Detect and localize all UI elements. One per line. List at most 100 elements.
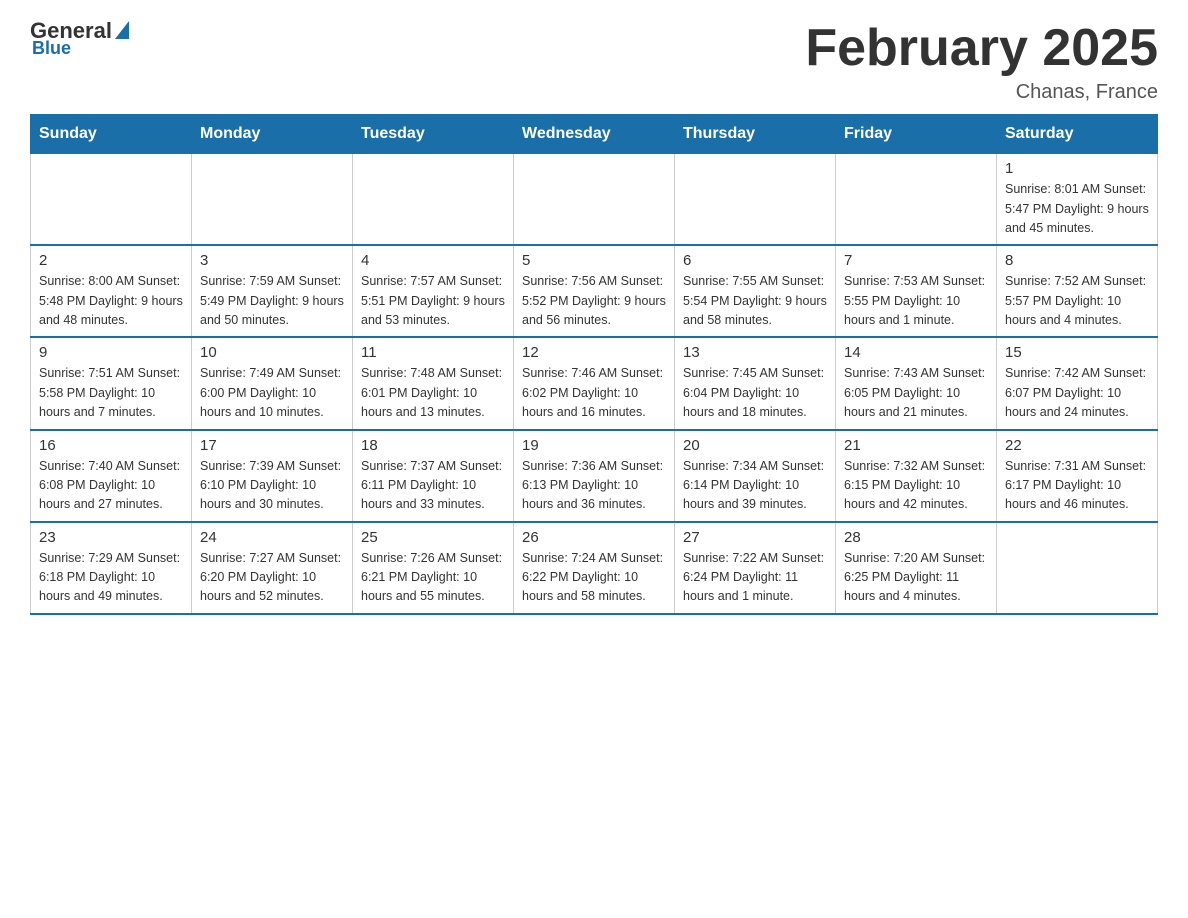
calendar-cell: 4 Sunrise: 7:57 AM Sunset: 5:51 PM Daylig…: [353, 245, 514, 337]
day-info: Sunrise: 7:37 AM Sunset: 6:11 PM Dayligh…: [361, 457, 505, 515]
logo: General Blue: [30, 20, 129, 59]
day-info: Sunrise: 7:59 AM Sunset: 5:49 PM Dayligh…: [200, 272, 344, 330]
day-info: Sunrise: 7:39 AM Sunset: 6:10 PM Dayligh…: [200, 457, 344, 515]
calendar-cell: 7 Sunrise: 7:53 AM Sunset: 5:55 PM Daylig…: [836, 245, 997, 337]
calendar-cell: 5 Sunrise: 7:56 AM Sunset: 5:52 PM Daylig…: [514, 245, 675, 337]
day-info: Sunrise: 7:43 AM Sunset: 6:05 PM Dayligh…: [844, 364, 988, 422]
calendar-cell: 16Sunrise: 7:40 AM Sunset: 6:08 PM Dayli…: [31, 430, 192, 522]
calendar-cell: 8 Sunrise: 7:52 AM Sunset: 5:57 PM Daylig…: [997, 245, 1158, 337]
calendar-cell: 26 Sunrise: 7:24 AM Sunset: 6:22 PM Dayli…: [514, 522, 675, 614]
day-number: 2: [39, 252, 183, 269]
day-number: 19: [522, 437, 666, 454]
calendar-cell: 28 Sunrise: 7:20 AM Sunset: 6:25 PM Dayli…: [836, 522, 997, 614]
day-info: Sunrise: 7:52 AM Sunset: 5:57 PM Dayligh…: [1005, 272, 1149, 330]
calendar-week-row: 23 Sunrise: 7:29 AM Sunset: 6:18 PM Dayli…: [31, 522, 1158, 614]
day-number: 22: [1005, 437, 1149, 454]
day-number: 7: [844, 252, 988, 269]
calendar-cell: [514, 154, 675, 246]
day-info: Sunrise: 7:51 AM Sunset: 5:58 PM Dayligh…: [39, 364, 183, 422]
calendar-week-row: 1 Sunrise: 8:01 AM Sunset: 5:47 PM Daylig…: [31, 154, 1158, 246]
calendar-header-tuesday: Tuesday: [353, 115, 514, 154]
calendar-header-saturday: Saturday: [997, 115, 1158, 154]
day-info: Sunrise: 7:42 AM Sunset: 6:07 PM Dayligh…: [1005, 364, 1149, 422]
location-label: Chanas, France: [805, 81, 1158, 104]
day-info: Sunrise: 7:26 AM Sunset: 6:21 PM Dayligh…: [361, 549, 505, 607]
day-info: Sunrise: 7:22 AM Sunset: 6:24 PM Dayligh…: [683, 549, 827, 607]
calendar-cell: 20 Sunrise: 7:34 AM Sunset: 6:14 PM Dayli…: [675, 430, 836, 522]
day-number: 1: [1005, 160, 1149, 177]
day-info: Sunrise: 7:32 AM Sunset: 6:15 PM Dayligh…: [844, 457, 988, 515]
day-number: 15: [1005, 344, 1149, 361]
calendar-cell: 21 Sunrise: 7:32 AM Sunset: 6:15 PM Dayli…: [836, 430, 997, 522]
day-number: 8: [1005, 252, 1149, 269]
day-number: 27: [683, 529, 827, 546]
day-info: Sunrise: 7:57 AM Sunset: 5:51 PM Dayligh…: [361, 272, 505, 330]
day-info: Sunrise: 7:36 AM Sunset: 6:13 PM Dayligh…: [522, 457, 666, 515]
day-info: Sunrise: 7:56 AM Sunset: 5:52 PM Dayligh…: [522, 272, 666, 330]
calendar-cell: [997, 522, 1158, 614]
title-block: February 2025 Chanas, France: [805, 20, 1158, 104]
calendar-cell: [675, 154, 836, 246]
day-number: 14: [844, 344, 988, 361]
day-number: 17: [200, 437, 344, 454]
calendar-header-monday: Monday: [192, 115, 353, 154]
day-number: 6: [683, 252, 827, 269]
day-info: Sunrise: 7:55 AM Sunset: 5:54 PM Dayligh…: [683, 272, 827, 330]
day-info: Sunrise: 8:01 AM Sunset: 5:47 PM Dayligh…: [1005, 180, 1149, 238]
day-number: 21: [844, 437, 988, 454]
day-info: Sunrise: 7:48 AM Sunset: 6:01 PM Dayligh…: [361, 364, 505, 422]
day-number: 16: [39, 437, 183, 454]
calendar-header-sunday: Sunday: [31, 115, 192, 154]
day-info: Sunrise: 7:20 AM Sunset: 6:25 PM Dayligh…: [844, 549, 988, 607]
calendar-cell: 25 Sunrise: 7:26 AM Sunset: 6:21 PM Dayli…: [353, 522, 514, 614]
day-number: 25: [361, 529, 505, 546]
calendar-cell: 11Sunrise: 7:48 AM Sunset: 6:01 PM Dayli…: [353, 337, 514, 429]
day-number: 10: [200, 344, 344, 361]
calendar-cell: 23 Sunrise: 7:29 AM Sunset: 6:18 PM Dayli…: [31, 522, 192, 614]
day-number: 24: [200, 529, 344, 546]
calendar-cell: 6 Sunrise: 7:55 AM Sunset: 5:54 PM Daylig…: [675, 245, 836, 337]
day-number: 18: [361, 437, 505, 454]
calendar-cell: 22 Sunrise: 7:31 AM Sunset: 6:17 PM Dayli…: [997, 430, 1158, 522]
calendar-cell: 19 Sunrise: 7:36 AM Sunset: 6:13 PM Dayli…: [514, 430, 675, 522]
calendar-cell: [192, 154, 353, 246]
calendar-cell: 2 Sunrise: 8:00 AM Sunset: 5:48 PM Daylig…: [31, 245, 192, 337]
calendar-cell: [31, 154, 192, 246]
calendar-cell: 9 Sunrise: 7:51 AM Sunset: 5:58 PM Daylig…: [31, 337, 192, 429]
day-info: Sunrise: 7:24 AM Sunset: 6:22 PM Dayligh…: [522, 549, 666, 607]
day-number: 20: [683, 437, 827, 454]
calendar-cell: 1 Sunrise: 8:01 AM Sunset: 5:47 PM Daylig…: [997, 154, 1158, 246]
calendar-header-friday: Friday: [836, 115, 997, 154]
day-number: 3: [200, 252, 344, 269]
calendar-cell: 18 Sunrise: 7:37 AM Sunset: 6:11 PM Dayli…: [353, 430, 514, 522]
day-number: 4: [361, 252, 505, 269]
day-info: Sunrise: 7:53 AM Sunset: 5:55 PM Dayligh…: [844, 272, 988, 330]
day-info: Sunrise: 7:45 AM Sunset: 6:04 PM Dayligh…: [683, 364, 827, 422]
logo-blue-text: Blue: [32, 38, 71, 59]
day-number: 9: [39, 344, 183, 361]
calendar-week-row: 16Sunrise: 7:40 AM Sunset: 6:08 PM Dayli…: [31, 430, 1158, 522]
day-info: Sunrise: 7:29 AM Sunset: 6:18 PM Dayligh…: [39, 549, 183, 607]
calendar-cell: 17 Sunrise: 7:39 AM Sunset: 6:10 PM Dayli…: [192, 430, 353, 522]
day-info: Sunrise: 7:49 AM Sunset: 6:00 PM Dayligh…: [200, 364, 344, 422]
calendar-header-row: SundayMondayTuesdayWednesdayThursdayFrid…: [31, 115, 1158, 154]
day-number: 28: [844, 529, 988, 546]
calendar-header-wednesday: Wednesday: [514, 115, 675, 154]
day-info: Sunrise: 7:27 AM Sunset: 6:20 PM Dayligh…: [200, 549, 344, 607]
calendar-week-row: 9 Sunrise: 7:51 AM Sunset: 5:58 PM Daylig…: [31, 337, 1158, 429]
logo-triangle-icon: [115, 21, 129, 39]
day-number: 23: [39, 529, 183, 546]
calendar-cell: 14 Sunrise: 7:43 AM Sunset: 6:05 PM Dayli…: [836, 337, 997, 429]
day-info: Sunrise: 7:31 AM Sunset: 6:17 PM Dayligh…: [1005, 457, 1149, 515]
day-number: 26: [522, 529, 666, 546]
calendar-cell: [353, 154, 514, 246]
calendar-cell: 27 Sunrise: 7:22 AM Sunset: 6:24 PM Dayli…: [675, 522, 836, 614]
day-number: 5: [522, 252, 666, 269]
day-info: Sunrise: 7:34 AM Sunset: 6:14 PM Dayligh…: [683, 457, 827, 515]
page-header: General Blue February 2025 Chanas, Franc…: [30, 20, 1158, 104]
day-number: 13: [683, 344, 827, 361]
day-info: Sunrise: 7:46 AM Sunset: 6:02 PM Dayligh…: [522, 364, 666, 422]
day-number: 12: [522, 344, 666, 361]
day-info: Sunrise: 8:00 AM Sunset: 5:48 PM Dayligh…: [39, 272, 183, 330]
month-title: February 2025: [805, 20, 1158, 77]
